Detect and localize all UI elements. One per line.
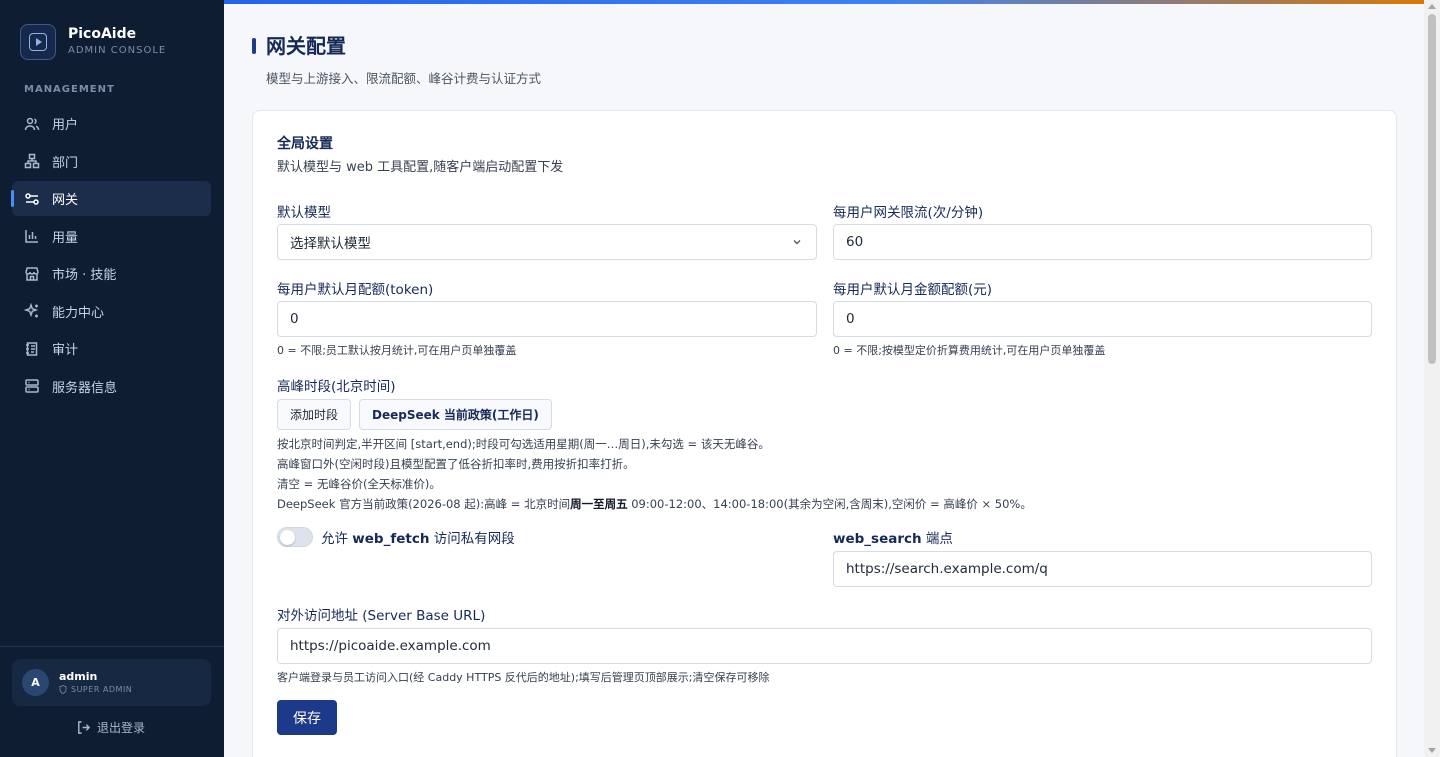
policy-prefix: DeepSeek 官方当前政策(2026-08 起):高峰 = 北京时间 bbox=[277, 497, 571, 511]
deepseek-policy-button[interactable]: DeepSeek 当前政策(工作日) bbox=[359, 399, 552, 430]
org-tree-icon bbox=[24, 153, 40, 169]
logout-icon bbox=[78, 721, 91, 734]
sidebar-item-gateway[interactable]: 网关 bbox=[11, 181, 211, 216]
app-logo-icon bbox=[20, 24, 56, 60]
sidebar-item-users[interactable]: 用户 bbox=[12, 106, 211, 141]
user-name: admin bbox=[59, 669, 98, 683]
web-fetch-toggle[interactable] bbox=[277, 527, 313, 547]
user-card[interactable]: A admin SUPER ADMIN bbox=[12, 659, 211, 706]
sidebar-nav: 用户 部门 网关 用量 市场 · 技能 能力中心 审计 服务器信息 bbox=[11, 106, 211, 406]
logout-label: 退出登录 bbox=[97, 721, 146, 735]
rate-limit-label: 每用户网关限流(次/分钟) bbox=[833, 205, 984, 221]
scrollbar-thumb[interactable] bbox=[1428, 14, 1436, 364]
server-url-hint: 客户端登录与员工访问入口(经 Caddy HTTPS 反代后的地址);填写后管理… bbox=[277, 671, 770, 684]
web-fetch-prefix: 允许 bbox=[321, 531, 353, 547]
sidebar-item-label: 网关 bbox=[52, 193, 79, 208]
toggle-knob bbox=[280, 530, 295, 545]
sidebar-item-departments[interactable]: 部门 bbox=[12, 144, 211, 179]
sidebar-item-label: 市场 · 技能 bbox=[52, 268, 117, 283]
monthly-token-quota-hint: 0 = 不限;员工默认按月统计,可在用户页单独覆盖 bbox=[277, 344, 517, 357]
policy-suffix: 09:00-12:00、14:00-18:00(其余为空闲,含周末),空闲价 =… bbox=[627, 497, 1032, 511]
policy-weekdays: 周一至周五 bbox=[570, 497, 628, 511]
logout-button[interactable]: 退出登录 bbox=[76, 719, 145, 736]
brand-name: PicoAide bbox=[68, 26, 137, 42]
rate-limit-input[interactable]: 60 bbox=[833, 224, 1372, 260]
global-settings-card: 全局设置 默认模型与 web 工具配置,随客户端启动配置下发 默认模型 选择默认… bbox=[252, 110, 1397, 757]
peak-help-line: 按北京时间判定,半开区间 [start,end);时段可勾选适用星期(周一…周日… bbox=[277, 437, 770, 451]
sidebar-item-server-info[interactable]: 服务器信息 bbox=[12, 369, 211, 404]
sidebar-item-label: 部门 bbox=[52, 155, 79, 171]
peak-hours-label: 高峰时段(北京时间) bbox=[277, 379, 396, 395]
web-search-endpoint-value: https://search.example.com/q bbox=[846, 561, 1048, 577]
sidebar-footer: A admin SUPER ADMIN 退出登录 bbox=[0, 646, 224, 757]
sidebar-item-label: 用量 bbox=[52, 230, 79, 246]
web-search-endpoint-input[interactable]: https://search.example.com/q bbox=[833, 551, 1372, 587]
sidebar-item-market-skills[interactable]: 市场 · 技能 bbox=[12, 256, 211, 291]
default-model-select[interactable]: 选择默认模型 bbox=[277, 224, 817, 260]
sidebar-item-capability-center[interactable]: 能力中心 bbox=[12, 294, 211, 329]
monthly-token-quota-input[interactable]: 0 bbox=[277, 301, 817, 337]
bar-chart-icon bbox=[24, 228, 40, 244]
sidebar-item-label: 审计 bbox=[52, 343, 79, 358]
server-url-label: 对外访问地址 (Server Base URL) bbox=[277, 608, 486, 624]
shield-icon bbox=[59, 685, 67, 694]
sidebar-item-label: 能力中心 bbox=[52, 305, 105, 321]
peak-help-line: 清空 = 无峰谷价(全天标准价)。 bbox=[277, 477, 441, 491]
gateway-sliders-icon bbox=[24, 191, 40, 207]
default-model-label: 默认模型 bbox=[277, 205, 331, 221]
user-role-label: SUPER ADMIN bbox=[71, 684, 133, 694]
web-search-name: web_search bbox=[833, 531, 922, 547]
monthly-amount-quota-input[interactable]: 0 bbox=[833, 301, 1372, 337]
page-header: 网关配置 模型与上游接入、限流配额、峰谷计费与认证方式 bbox=[252, 32, 541, 87]
sidebar-item-label: 用户 bbox=[52, 118, 79, 133]
sidebar: PicoAide ADMIN CONSOLE MANAGEMENT 用户 部门 … bbox=[0, 0, 224, 757]
chevron-down-icon bbox=[793, 240, 801, 245]
audit-log-icon bbox=[24, 341, 40, 357]
sidebar-item-usage[interactable]: 用量 bbox=[12, 219, 211, 254]
save-button[interactable]: 保存 bbox=[277, 700, 337, 735]
peak-help-line: DeepSeek 官方当前政策(2026-08 起):高峰 = 北京时间周一至周… bbox=[277, 494, 1032, 514]
card-description: 默认模型与 web 工具配置,随客户端启动配置下发 bbox=[277, 160, 564, 175]
sidebar-item-label: 服务器信息 bbox=[52, 380, 118, 396]
monthly-amount-quota-label: 每用户默认月金额配额(元) bbox=[833, 282, 993, 298]
brand-subtitle: ADMIN CONSOLE bbox=[68, 45, 167, 56]
scroll-down-icon[interactable] bbox=[1428, 748, 1436, 753]
default-model-value: 选择默认模型 bbox=[290, 236, 371, 252]
store-icon bbox=[24, 266, 40, 282]
web-search-suffix: 端点 bbox=[921, 531, 953, 547]
web-fetch-suffix: 访问私有网段 bbox=[429, 531, 515, 547]
peak-help-line: 高峰窗口外(空闲时段)且模型配置了低谷折扣率时,费用按折扣率打折。 bbox=[277, 457, 635, 471]
page-title: 网关配置 bbox=[252, 32, 541, 60]
web-search-label: web_search 端点 bbox=[833, 527, 953, 547]
web-fetch-label: 允许 web_fetch 访问私有网段 bbox=[321, 527, 515, 547]
sparkle-icon bbox=[24, 303, 40, 319]
monthly-token-quota-label: 每用户默认月配额(token) bbox=[277, 282, 434, 298]
card-title: 全局设置 bbox=[277, 136, 333, 152]
sidebar-item-audit[interactable]: 审计 bbox=[12, 331, 211, 366]
avatar: A bbox=[22, 669, 49, 696]
scroll-up-icon[interactable] bbox=[1428, 4, 1436, 9]
brand: PicoAide ADMIN CONSOLE bbox=[20, 24, 166, 60]
nav-section-label: MANAGEMENT bbox=[24, 84, 115, 95]
server-url-value: https://picoaide.example.com bbox=[290, 638, 491, 654]
add-period-button[interactable]: 添加时段 bbox=[277, 399, 352, 430]
users-icon bbox=[24, 116, 40, 132]
peak-hours-help: 按北京时间判定,半开区间 [start,end);时段可勾选适用星期(周一…周日… bbox=[277, 434, 1032, 514]
monthly-amount-quota-value: 0 bbox=[846, 311, 855, 327]
page-subtitle: 模型与上游接入、限流配额、峰谷计费与认证方式 bbox=[266, 71, 542, 86]
web-fetch-name: web_fetch bbox=[352, 531, 430, 547]
monthly-amount-quota-hint: 0 = 不限;按模型定价折算费用统计,可在用户页单独覆盖 bbox=[833, 344, 1106, 357]
page-scrollbar[interactable] bbox=[1424, 0, 1440, 757]
monthly-token-quota-value: 0 bbox=[290, 311, 299, 327]
user-role: SUPER ADMIN bbox=[59, 684, 132, 696]
top-accent-bar bbox=[224, 0, 1424, 4]
rate-limit-value: 60 bbox=[846, 234, 864, 250]
server-url-input[interactable]: https://picoaide.example.com bbox=[277, 628, 1372, 664]
server-icon bbox=[24, 378, 40, 394]
